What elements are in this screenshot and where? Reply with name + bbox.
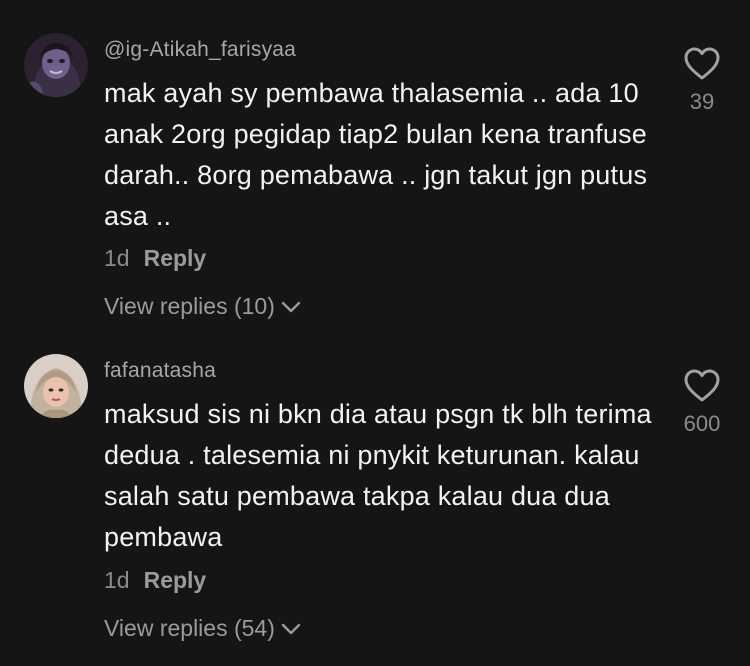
chevron-down-icon — [281, 293, 301, 320]
reply-button[interactable]: Reply — [144, 567, 207, 593]
like-count: 600 — [683, 411, 721, 436]
comment-item: fafanatasha maksud sis ni bkn dia atau p… — [0, 330, 750, 666]
heart-outline-icon[interactable] — [670, 46, 734, 87]
avatar[interactable] — [24, 354, 88, 418]
comment-text: maksud sis ni bkn dia atau psgn tk blh t… — [104, 399, 652, 552]
view-replies-button[interactable]: View replies (54) — [104, 615, 301, 642]
like-group: 39 — [670, 46, 734, 115]
comment-item: @ig-Atikah_farisyaa mak ayah sy pembawa … — [0, 0, 750, 330]
avatar-image — [24, 33, 88, 97]
chevron-down-icon — [281, 615, 301, 642]
view-replies-label: View replies (10) — [104, 293, 275, 319]
avatar-image — [24, 354, 88, 418]
heart-outline-icon[interactable] — [670, 368, 734, 409]
comment-meta: 1d Reply — [104, 245, 206, 272]
like-count: 39 — [689, 89, 715, 114]
like-group: 600 — [670, 368, 734, 437]
comment-timestamp: 1d — [104, 567, 130, 593]
comment-meta: 1d Reply — [104, 567, 206, 594]
view-replies-label: View replies (54) — [104, 615, 275, 641]
comment-username[interactable]: fafanatasha — [104, 359, 216, 383]
reply-button[interactable]: Reply — [144, 245, 207, 271]
comment-timestamp: 1d — [104, 245, 130, 271]
comment-text: mak ayah sy pembawa thalasemia .. ada 10… — [104, 78, 648, 231]
view-replies-button[interactable]: View replies (10) — [104, 293, 301, 320]
comment-username[interactable]: @ig-Atikah_farisyaa — [104, 38, 296, 62]
avatar[interactable] — [24, 33, 88, 97]
